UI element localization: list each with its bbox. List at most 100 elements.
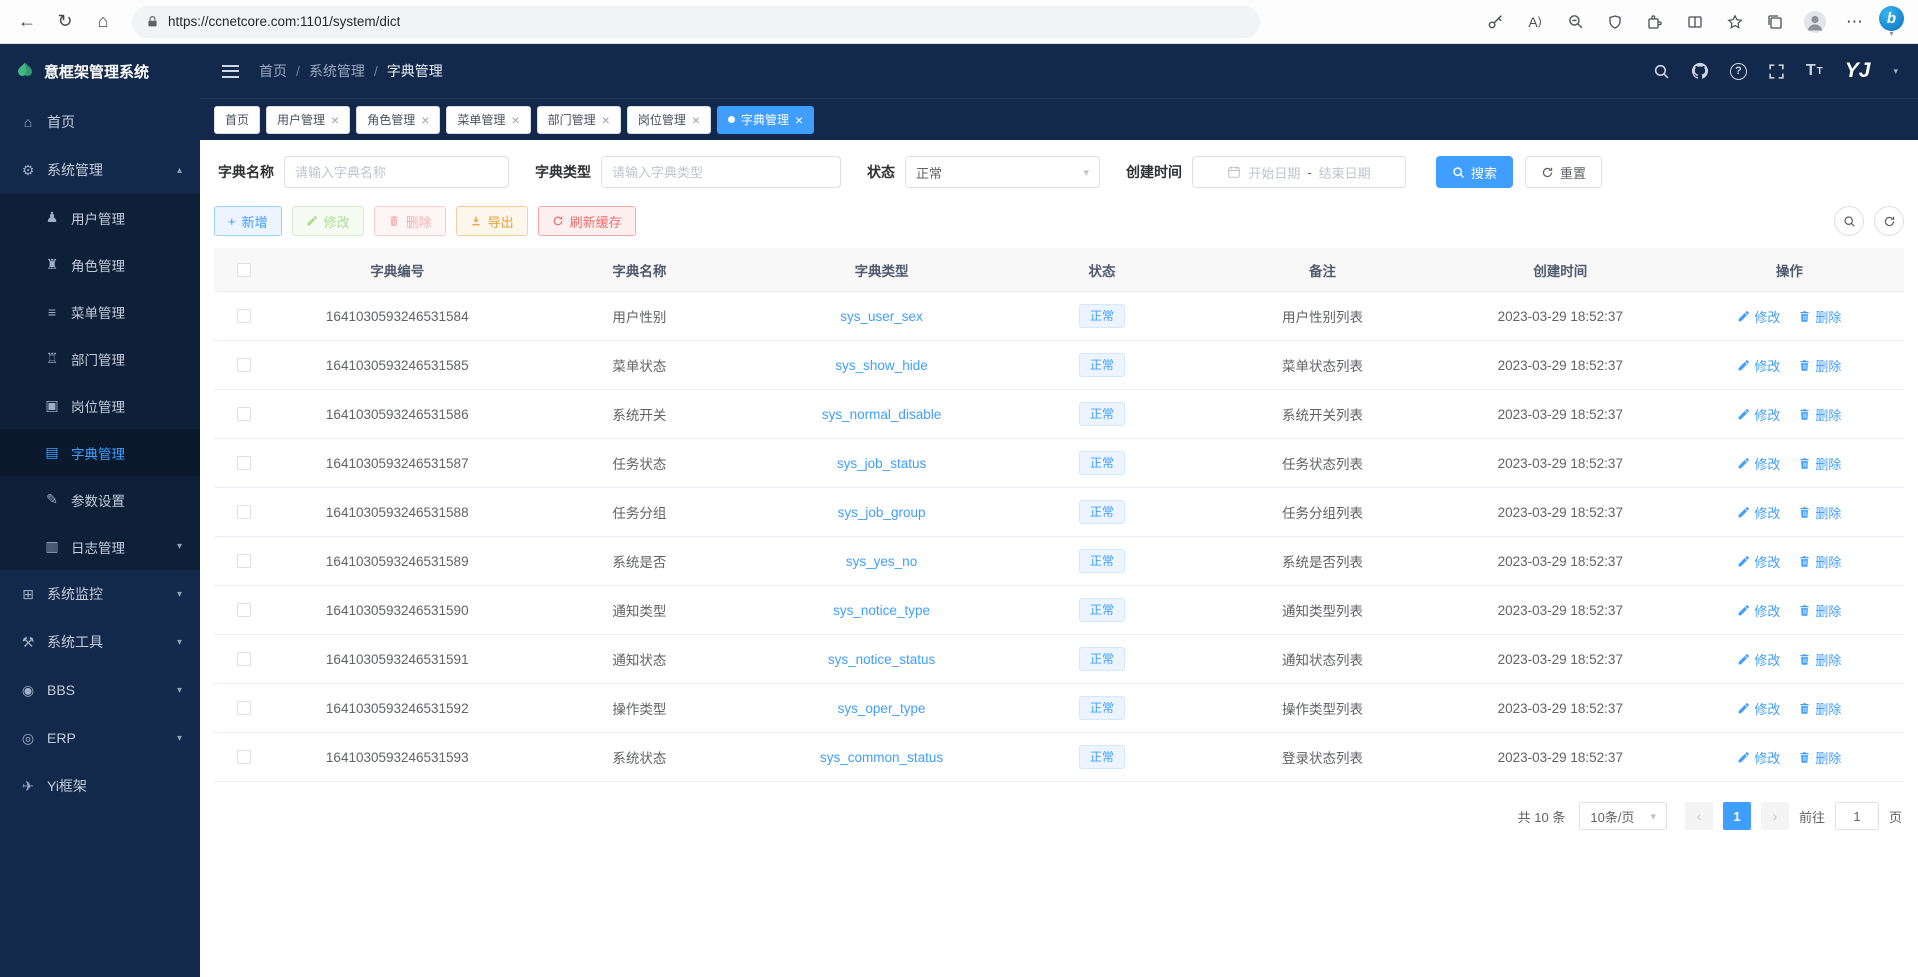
row-delete-button[interactable]: 删除 — [1798, 454, 1841, 473]
dict-type-link[interactable]: sys_user_sex — [840, 309, 923, 324]
row-checkbox[interactable] — [237, 554, 251, 568]
page-number-button[interactable]: 1 — [1723, 802, 1751, 830]
row-edit-button[interactable]: 修改 — [1737, 748, 1780, 767]
row-edit-button[interactable]: 修改 — [1737, 601, 1780, 620]
row-edit-button[interactable]: 修改 — [1737, 552, 1780, 571]
tab-role[interactable]: 角色管理× — [356, 106, 440, 134]
close-icon[interactable]: × — [692, 113, 700, 127]
row-checkbox[interactable] — [237, 456, 251, 470]
github-icon[interactable] — [1691, 62, 1709, 80]
search-icon[interactable] — [1653, 63, 1670, 80]
reset-button[interactable]: 重置 — [1525, 156, 1602, 188]
prev-page-button[interactable]: ‹ — [1685, 802, 1713, 830]
key-icon[interactable] — [1479, 6, 1511, 38]
row-edit-button[interactable]: 修改 — [1737, 503, 1780, 522]
font-size-icon[interactable]: TT — [1806, 62, 1824, 80]
extensions-icon[interactable] — [1639, 6, 1671, 38]
delete-button[interactable]: 删除 — [374, 206, 446, 236]
sidebar-item-log[interactable]: ▥日志管理▾ — [0, 523, 200, 570]
breadcrumb-item-system[interactable]: 系统管理 — [309, 61, 365, 81]
breadcrumb-item-home[interactable]: 首页 — [259, 61, 287, 81]
address-bar[interactable]: https://ccnetcore.com:1101/system/dict — [132, 6, 1260, 38]
dict-type-link[interactable]: sys_show_hide — [835, 358, 927, 373]
row-edit-button[interactable]: 修改 — [1737, 356, 1780, 375]
sidebar-item-post[interactable]: ▣岗位管理 — [0, 382, 200, 429]
sidebar-item-user[interactable]: ♟用户管理 — [0, 194, 200, 241]
dict-type-link[interactable]: sys_common_status — [820, 750, 943, 765]
sidebar-item-system[interactable]: ⚙系统管理▴ — [0, 146, 200, 194]
tab-home[interactable]: 首页 — [214, 106, 260, 134]
app-logo[interactable]: 意框架管理系统 — [0, 44, 200, 98]
row-delete-button[interactable]: 删除 — [1798, 356, 1841, 375]
add-button[interactable]: + 新增 — [214, 206, 282, 236]
row-checkbox[interactable] — [237, 505, 251, 519]
sidebar-item-param[interactable]: ✎参数设置 — [0, 476, 200, 523]
row-checkbox[interactable] — [237, 309, 251, 323]
split-screen-icon[interactable] — [1679, 6, 1711, 38]
close-icon[interactable]: × — [511, 113, 519, 127]
tab-post[interactable]: 岗位管理× — [627, 106, 711, 134]
row-edit-button[interactable]: 修改 — [1737, 650, 1780, 669]
row-edit-button[interactable]: 修改 — [1737, 307, 1780, 326]
sidebar-item-bbs[interactable]: ◉BBS▾ — [0, 666, 200, 714]
tracking-prevention-icon[interactable] — [1599, 6, 1631, 38]
favorites-icon[interactable] — [1719, 6, 1751, 38]
search-button[interactable]: 搜索 — [1436, 156, 1513, 188]
user-avatar[interactable]: YJ — [1845, 59, 1871, 83]
sidebar-item-erp[interactable]: ◎ERP▾ — [0, 714, 200, 762]
dict-type-link[interactable]: sys_notice_status — [828, 652, 935, 667]
sidebar-item-tools[interactable]: ⚒系统工具▾ — [0, 618, 200, 666]
dict-type-input[interactable] — [612, 165, 830, 180]
more-icon[interactable]: ⋯ — [1839, 6, 1871, 38]
dict-type-link[interactable]: sys_yes_no — [846, 554, 917, 569]
home-button[interactable]: ⌂ — [86, 6, 120, 38]
page-size-select[interactable]: 10条/页 ▾ — [1579, 802, 1667, 830]
sidebar-item-menu[interactable]: ≡菜单管理 — [0, 288, 200, 335]
tab-dept[interactable]: 部门管理× — [537, 106, 621, 134]
close-icon[interactable]: × — [421, 113, 429, 127]
dict-type-link[interactable]: sys_job_group — [838, 505, 926, 520]
row-delete-button[interactable]: 删除 — [1798, 650, 1841, 669]
dict-type-link[interactable]: sys_oper_type — [838, 701, 926, 716]
back-button[interactable]: ← — [10, 6, 44, 38]
refresh-cache-button[interactable]: 刷新缓存 — [538, 206, 636, 236]
tab-user[interactable]: 用户管理× — [266, 106, 350, 134]
close-icon[interactable]: × — [331, 113, 339, 127]
row-checkbox[interactable] — [237, 652, 251, 666]
goto-page-input[interactable] — [1835, 802, 1879, 830]
read-aloud-icon[interactable]: A) — [1519, 6, 1551, 38]
row-delete-button[interactable]: 删除 — [1798, 748, 1841, 767]
bing-sidebar-icon[interactable]: b ▾ — [1879, 6, 1904, 37]
profile-avatar[interactable] — [1799, 6, 1831, 38]
sidebar-toggle[interactable] — [220, 61, 241, 82]
row-delete-button[interactable]: 删除 — [1798, 307, 1841, 326]
row-checkbox[interactable] — [237, 407, 251, 421]
dict-type-link[interactable]: sys_job_status — [837, 456, 926, 471]
row-checkbox[interactable] — [237, 358, 251, 372]
next-page-button[interactable]: › — [1761, 802, 1789, 830]
row-delete-button[interactable]: 删除 — [1798, 699, 1841, 718]
export-button[interactable]: 导出 — [456, 206, 528, 236]
sidebar-item-role[interactable]: ♜角色管理 — [0, 241, 200, 288]
row-delete-button[interactable]: 删除 — [1798, 405, 1841, 424]
refresh-table-button[interactable] — [1874, 206, 1904, 236]
sidebar-item-monitor[interactable]: ⊞系统监控▾ — [0, 570, 200, 618]
close-icon[interactable]: × — [795, 113, 803, 127]
dict-type-link[interactable]: sys_normal_disable — [822, 407, 941, 422]
row-delete-button[interactable]: 删除 — [1798, 601, 1841, 620]
row-delete-button[interactable]: 删除 — [1798, 552, 1841, 571]
dict-type-link[interactable]: sys_notice_type — [833, 603, 930, 618]
sidebar-item-home[interactable]: ⌂首页 — [0, 98, 200, 146]
sidebar-item-dept[interactable]: ♖部门管理 — [0, 335, 200, 382]
tab-menu[interactable]: 菜单管理× — [446, 106, 530, 134]
tab-dict[interactable]: 字典管理× — [717, 106, 814, 134]
fullscreen-icon[interactable] — [1768, 63, 1785, 80]
sidebar-item-dict[interactable]: ▤字典管理 — [0, 429, 200, 476]
zoom-out-icon[interactable] — [1559, 6, 1591, 38]
refresh-button[interactable]: ↻ — [48, 6, 82, 38]
row-edit-button[interactable]: 修改 — [1737, 454, 1780, 473]
edit-button[interactable]: 修改 — [292, 206, 364, 236]
row-checkbox[interactable] — [237, 750, 251, 764]
dict-name-input[interactable] — [295, 165, 498, 180]
date-range-picker[interactable]: 开始日期 - 结束日期 — [1192, 156, 1406, 188]
